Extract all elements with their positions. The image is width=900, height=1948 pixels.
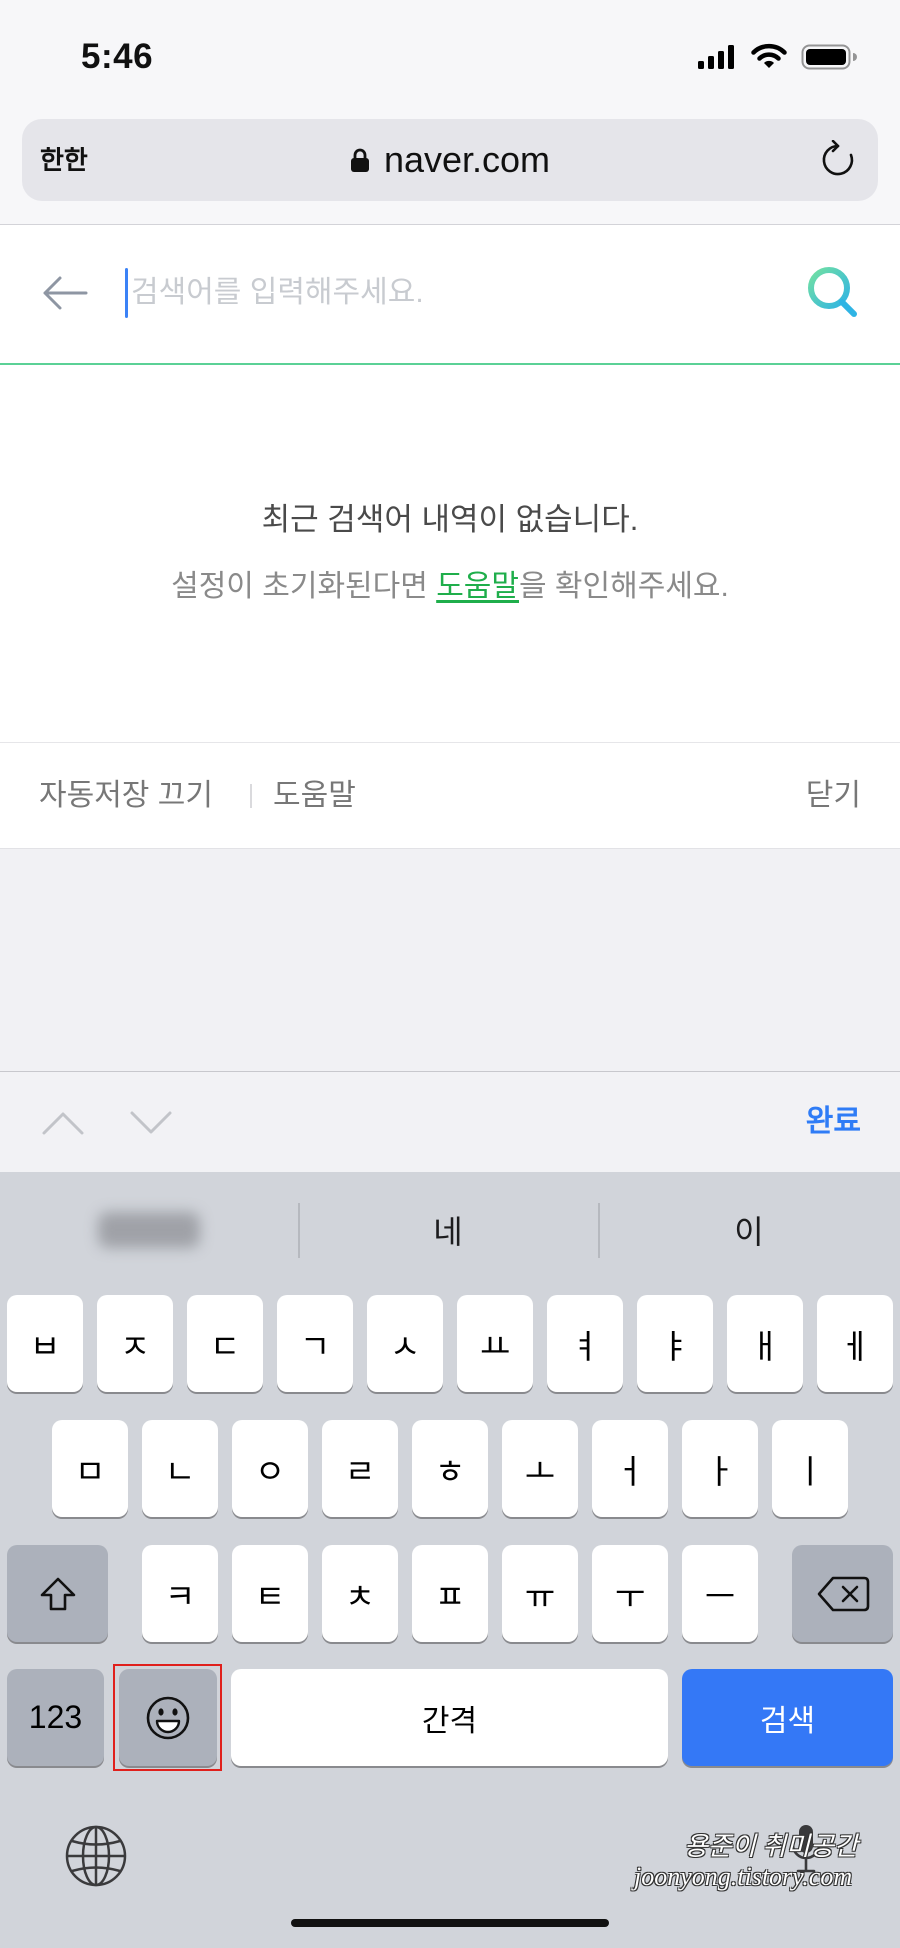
- key-s[interactable]: ㅅ: [367, 1295, 443, 1392]
- suggestion-3[interactable]: 이: [598, 1172, 900, 1287]
- key-r[interactable]: ㄹ: [322, 1420, 398, 1517]
- key-yu[interactable]: ㅠ: [502, 1545, 578, 1642]
- home-indicator[interactable]: [291, 1919, 609, 1927]
- key-m[interactable]: ㅁ: [52, 1420, 128, 1517]
- key-p[interactable]: ㅍ: [412, 1545, 488, 1642]
- reload-icon[interactable]: [818, 140, 858, 180]
- url-display[interactable]: naver.com: [142, 119, 758, 201]
- globe-icon[interactable]: [64, 1824, 128, 1888]
- close-button[interactable]: 닫기: [806, 743, 861, 848]
- reader-mode-button[interactable]: 한한: [40, 119, 88, 201]
- suggestion-2[interactable]: 네: [298, 1172, 598, 1287]
- key-k[interactable]: ㅋ: [142, 1545, 218, 1642]
- footer-divider: [250, 784, 252, 808]
- suggestion-1[interactable]: [0, 1172, 298, 1287]
- help-link[interactable]: 도움말: [436, 570, 519, 603]
- key-yo[interactable]: ㅛ: [457, 1295, 533, 1392]
- help-prefix: 설정이 초기화된다면: [171, 570, 437, 603]
- key-eo[interactable]: ㅓ: [592, 1420, 668, 1517]
- key-t[interactable]: ㅌ: [232, 1545, 308, 1642]
- key-row-1: ㅂ ㅈ ㄷ ㄱ ㅅ ㅛ ㅕ ㅑ ㅐ ㅔ: [7, 1295, 893, 1392]
- watermark-line-2: joonyong.tistory.com: [634, 1862, 853, 1891]
- chevron-down-icon[interactable]: [129, 1110, 173, 1136]
- key-a[interactable]: ㅏ: [682, 1420, 758, 1517]
- text-cursor: [125, 268, 128, 318]
- key-ch[interactable]: ㅊ: [322, 1545, 398, 1642]
- suggestion-bar: 네 이: [0, 1172, 900, 1287]
- recent-search-footer: 자동저장 끄기 도움말 닫기: [0, 742, 900, 849]
- search-input[interactable]: [131, 268, 771, 318]
- battery-icon: [801, 44, 857, 70]
- space-key[interactable]: 간격: [231, 1669, 668, 1766]
- watermark-line-1: 용준이 취미공간: [684, 1832, 858, 1861]
- key-eu[interactable]: ㅡ: [682, 1545, 758, 1642]
- key-row-3: ㅋ ㅌ ㅊ ㅍ ㅠ ㅜ ㅡ: [142, 1545, 758, 1642]
- key-n[interactable]: ㄴ: [142, 1420, 218, 1517]
- emoji-icon: [146, 1696, 190, 1739]
- delete-icon: [817, 1576, 869, 1611]
- address-bar[interactable]: 한한 naver.com: [22, 119, 878, 201]
- key-row-2: ㅁ ㄴ ㅇ ㄹ ㅎ ㅗ ㅓ ㅏ ㅣ: [52, 1420, 848, 1517]
- key-d[interactable]: ㄷ: [187, 1295, 263, 1392]
- suggestion-divider: [298, 1203, 300, 1258]
- shift-icon: [40, 1577, 75, 1610]
- blurred-suggestion: [98, 1211, 200, 1248]
- key-ae[interactable]: ㅐ: [727, 1295, 803, 1392]
- search-return-key[interactable]: 검색: [682, 1669, 893, 1766]
- help-suffix: 을 확인해주세요.: [519, 570, 729, 603]
- suggestion-divider: [598, 1203, 600, 1258]
- numbers-key[interactable]: 123: [7, 1669, 104, 1766]
- emoji-key[interactable]: [119, 1669, 217, 1766]
- wifi-icon: [751, 43, 787, 68]
- delete-key[interactable]: [792, 1545, 893, 1642]
- keyboard-accessory-bar: 완료: [0, 1071, 900, 1172]
- key-b[interactable]: ㅂ: [7, 1295, 83, 1392]
- key-e[interactable]: ㅔ: [817, 1295, 893, 1392]
- cellular-signal-icon: [698, 45, 734, 69]
- search-icon[interactable]: [803, 262, 863, 322]
- key-ng[interactable]: ㅇ: [232, 1420, 308, 1517]
- empty-message: 최근 검색어 내역이 없습니다.: [261, 502, 639, 537]
- help-button[interactable]: 도움말: [273, 743, 356, 848]
- browser-chrome: 5:46 한한 naver.com: [0, 0, 900, 225]
- key-ya[interactable]: ㅑ: [637, 1295, 713, 1392]
- key-yeo[interactable]: ㅕ: [547, 1295, 623, 1392]
- search-bar: [0, 225, 900, 365]
- korean-keyboard: 네 이 ㅂ ㅈ ㄷ ㄱ ㅅ ㅛ ㅕ ㅑ ㅐ ㅔ ㅁ ㄴ ㅇ ㄹ ㅎ ㅗ ㅓ ㅏ …: [0, 1172, 900, 1948]
- key-i[interactable]: ㅣ: [772, 1420, 848, 1517]
- shift-key[interactable]: [7, 1545, 108, 1642]
- help-hint: 설정이 초기화된다면 도움말을 확인해주세요.: [0, 567, 900, 607]
- lock-icon: [350, 148, 369, 172]
- autosave-toggle[interactable]: 자동저장 끄기: [39, 743, 213, 848]
- status-time: 5:46: [81, 37, 154, 76]
- done-button[interactable]: 완료: [806, 1072, 861, 1172]
- key-o[interactable]: ㅗ: [502, 1420, 578, 1517]
- key-g[interactable]: ㄱ: [277, 1295, 353, 1392]
- key-j[interactable]: ㅈ: [97, 1295, 173, 1392]
- back-arrow-icon[interactable]: [40, 273, 90, 313]
- key-u[interactable]: ㅜ: [592, 1545, 668, 1642]
- page-backdrop: [0, 849, 900, 1071]
- chevron-up-icon[interactable]: [41, 1110, 85, 1136]
- url-text: naver.com: [383, 139, 551, 180]
- key-h[interactable]: ㅎ: [412, 1420, 488, 1517]
